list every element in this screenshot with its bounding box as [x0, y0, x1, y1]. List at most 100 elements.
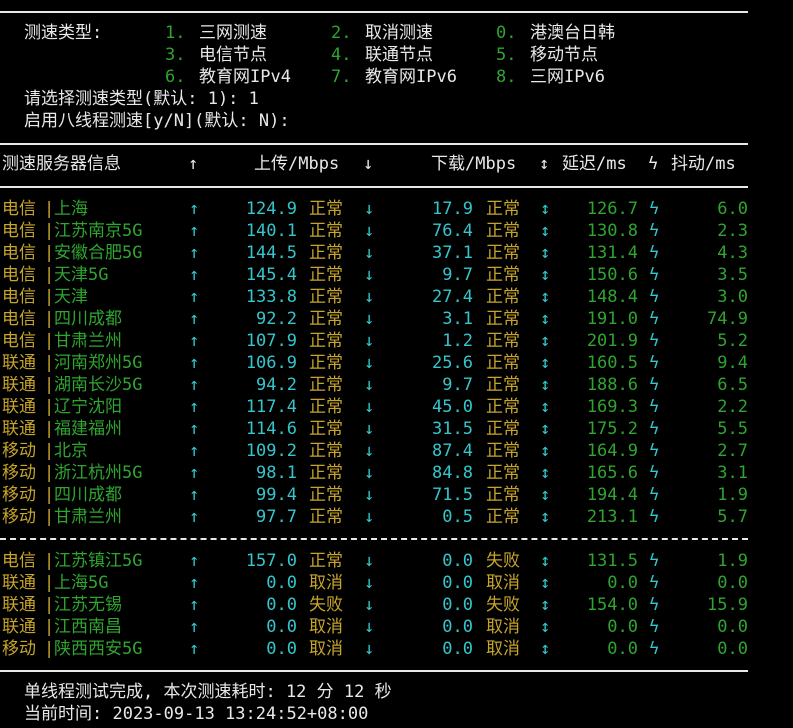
updown-arrow-icon: ↕	[540, 551, 551, 571]
download-status: 正常	[486, 243, 520, 263]
upload-status: 正常	[309, 265, 343, 285]
down-arrow-icon: ↓	[364, 243, 375, 263]
latency-value: 165.6	[586, 463, 638, 483]
lightning-icon: ϟ	[649, 265, 660, 285]
upload-status: 正常	[309, 397, 343, 417]
node-cell: 安徽合肥5G	[54, 243, 143, 263]
latency-value: 131.4	[586, 243, 638, 263]
updown-arrow-icon: ↕	[540, 617, 551, 637]
jitter-value: 3.5	[717, 265, 748, 285]
updown-arrow-icon: ↕	[540, 353, 551, 373]
lightning-icon: ϟ	[649, 551, 660, 571]
upload-status: 正常	[309, 375, 343, 395]
up-arrow-icon: ↑	[189, 375, 200, 395]
updown-arrow-icon: ↕	[540, 221, 551, 241]
updown-arrow-icon: ↕	[540, 463, 551, 483]
table-row: 联通 | 福建福州 ↑ 114.6 正常 ↓ 31.5 正常 ↕ 175.2 ϟ 5.5	[0, 418, 793, 440]
up-arrow-icon: ↑	[189, 397, 200, 417]
lightning-icon: ϟ	[649, 397, 660, 417]
table-row: 联通 | 湖南长沙5G ↑ 94.2 正常 ↓ 9.7 正常 ↕ 188.6 ϟ 6.5	[0, 374, 793, 396]
latency-value: 201.9	[586, 331, 638, 351]
download-value: 0.5	[442, 507, 473, 527]
down-arrow-icon: ↓	[364, 551, 375, 571]
latency-value: 130.8	[586, 221, 638, 241]
option-text: 取消测速	[365, 23, 433, 43]
download-status: 正常	[486, 265, 520, 285]
download-status: 取消	[486, 617, 520, 637]
jitter-value: 0.0	[717, 617, 748, 637]
col-download: 下载/Mbps	[431, 154, 517, 174]
down-arrow-icon: ↓	[363, 154, 374, 174]
download-status: 正常	[486, 331, 520, 351]
option-num: 5.	[496, 45, 517, 65]
download-value: 45.0	[432, 397, 473, 417]
header-top-rule	[0, 143, 748, 145]
down-arrow-icon: ↓	[364, 331, 375, 351]
col-latency: 延迟/ms	[562, 154, 627, 174]
updown-arrow-icon: ↕	[540, 287, 551, 307]
updown-arrow-icon: ↕	[540, 507, 551, 527]
download-status: 正常	[486, 441, 520, 461]
latency-value: 154.0	[586, 595, 638, 615]
lightning-icon: ϟ	[649, 639, 660, 659]
table-row: 联通 | 河南郑州5G ↑ 106.9 正常 ↓ 25.6 正常 ↕ 160.5 ϟ 9.4	[0, 352, 793, 374]
current-time: 当前时间: 2023-09-13 13:24:52+08:00	[24, 704, 369, 724]
jitter-value: 6.5	[717, 375, 748, 395]
updown-arrow-icon: ↕	[540, 375, 551, 395]
up-arrow-icon: ↑	[189, 617, 200, 637]
option-text: 教育网IPv4	[199, 67, 291, 87]
node-cell: 浙江杭州5G	[54, 463, 143, 483]
separator: |	[44, 287, 55, 307]
separator: |	[44, 463, 55, 483]
upload-value: 114.6	[245, 419, 297, 439]
updown-arrow-icon: ↕	[539, 154, 550, 174]
down-arrow-icon: ↓	[364, 595, 375, 615]
latency-value: 169.3	[586, 397, 638, 417]
jitter-value: 9.4	[717, 353, 748, 373]
col-server: 测速服务器信息	[2, 154, 121, 174]
table-row: 移动 | 北京 ↑ 109.2 正常 ↓ 87.4 正常 ↕ 164.9 ϟ 2.7	[0, 440, 793, 462]
down-arrow-icon: ↓	[364, 617, 375, 637]
upload-status: 取消	[309, 639, 343, 659]
separator: |	[44, 199, 55, 219]
node-cell: 陕西西安5G	[54, 639, 143, 659]
table-row: 联通 | 江西南昌 ↑ 0.0 取消 ↓ 0.0 取消 ↕ 0.0 ϟ 0.0	[0, 616, 793, 638]
lightning-icon: ϟ	[649, 243, 660, 263]
separator: |	[44, 419, 55, 439]
jitter-value: 3.1	[717, 463, 748, 483]
option-text: 港澳台日韩	[530, 23, 615, 43]
isp-cell: 联通	[2, 397, 36, 417]
download-value: 3.1	[442, 309, 473, 329]
table-row: 联通 | 江苏无锡 ↑ 0.0 失败 ↓ 0.0 失败 ↕ 154.0 ϟ 15.9	[0, 594, 793, 616]
latency-value: 160.5	[586, 353, 638, 373]
upload-value: 0.0	[266, 639, 297, 659]
table-row: 电信 | 上海 ↑ 124.9 正常 ↓ 17.9 正常 ↕ 126.7 ϟ 6.0	[0, 198, 793, 220]
upload-value: 109.2	[245, 441, 297, 461]
table-row: 移动 | 甘肃兰州 ↑ 97.7 正常 ↓ 0.5 正常 ↕ 213.1 ϟ 5.7	[0, 506, 793, 528]
col-jitter: 抖动/ms	[671, 154, 736, 174]
lightning-icon: ϟ	[649, 617, 660, 637]
option-num: 6.	[165, 67, 186, 87]
updown-arrow-icon: ↕	[540, 485, 551, 505]
isp-cell: 联通	[2, 375, 36, 395]
node-cell: 福建福州	[54, 419, 122, 439]
latency-value: 194.4	[586, 485, 638, 505]
node-cell: 江苏南京5G	[54, 221, 143, 241]
download-value: 17.9	[432, 199, 473, 219]
download-status: 取消	[486, 639, 520, 659]
option-num: 8.	[496, 67, 517, 87]
jitter-value: 4.3	[717, 243, 748, 263]
upload-value: 144.5	[245, 243, 297, 263]
upload-value: 124.9	[245, 199, 297, 219]
upload-status: 正常	[309, 353, 343, 373]
upload-status: 正常	[309, 331, 343, 351]
node-cell: 北京	[54, 441, 88, 461]
option-num: 3.	[165, 45, 186, 65]
separator: |	[44, 375, 55, 395]
up-arrow-icon: ↑	[188, 154, 199, 174]
latency-value: 213.1	[586, 507, 638, 527]
isp-cell: 移动	[2, 639, 36, 659]
isp-cell: 移动	[2, 441, 36, 461]
upload-status: 失败	[309, 595, 343, 615]
download-status: 正常	[486, 507, 520, 527]
